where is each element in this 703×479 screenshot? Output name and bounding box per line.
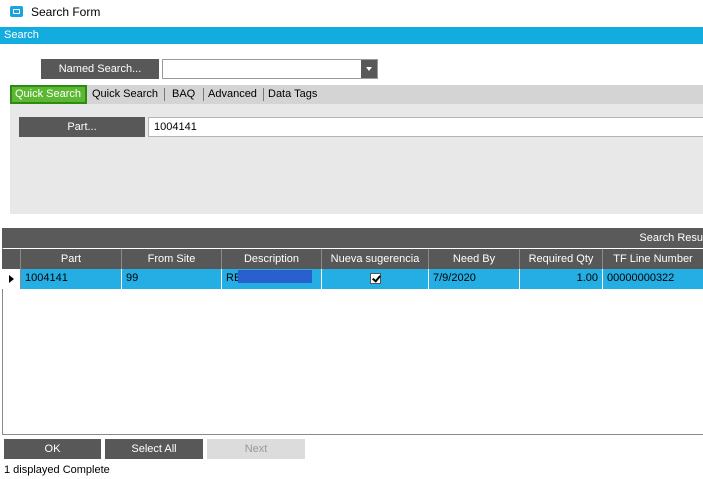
form-icon <box>10 6 23 17</box>
column-header-description[interactable]: Description <box>222 249 322 269</box>
select-all-button[interactable]: Select All <box>105 439 203 459</box>
results-caption-bar: Search Resu <box>2 228 703 248</box>
cell-description[interactable]: RE <box>222 269 322 289</box>
column-header-nueva-sugerencia[interactable]: Nueva sugerencia <box>322 249 429 269</box>
search-section-header: Search <box>0 27 703 44</box>
named-search-button[interactable]: Named Search... <box>41 59 159 79</box>
title-bar <box>0 0 703 26</box>
column-header-need-by[interactable]: Need By <box>429 249 520 269</box>
cell-required-qty[interactable]: 1.00 <box>520 269 603 289</box>
named-search-dropdown[interactable] <box>162 59 378 79</box>
tab-quick-search-active[interactable]: Quick Search <box>10 85 87 104</box>
redaction-block <box>238 270 312 283</box>
cell-need-by[interactable]: 7/9/2020 <box>429 269 520 289</box>
results-caption: Search Resu <box>639 232 703 244</box>
tab-advanced[interactable]: Advanced <box>208 85 257 104</box>
window-title: Search Form <box>31 5 101 19</box>
search-tabs: Quick Search Quick Search BAQ Advanced D… <box>10 85 703 104</box>
tab-data-tags[interactable]: Data Tags <box>268 85 317 104</box>
part-button[interactable]: Part... <box>19 117 145 137</box>
results-header-row: Part From Site Description Nueva sugeren… <box>2 249 703 269</box>
tab-separator <box>203 88 204 101</box>
ok-button[interactable]: OK <box>4 439 101 459</box>
column-header-part[interactable]: Part <box>21 249 122 269</box>
tab-quick-search[interactable]: Quick Search <box>92 85 158 104</box>
part-input[interactable]: 1004141 <box>148 117 703 137</box>
tab-separator <box>263 88 264 101</box>
cell-from-site[interactable]: 99 <box>122 269 222 289</box>
checkbox-nueva-sugerencia[interactable] <box>370 273 381 284</box>
column-header-from-site[interactable]: From Site <box>122 249 222 269</box>
tab-baq[interactable]: BAQ <box>172 85 195 104</box>
search-header-label: Search <box>4 29 39 41</box>
cell-tf-line-number[interactable]: 00000000322 <box>603 269 703 289</box>
column-header-tf-line-number[interactable]: TF Line Number <box>603 249 703 269</box>
next-button[interactable]: Next <box>207 439 305 459</box>
status-text: 1 displayed Complete <box>4 464 110 476</box>
cell-nueva-sugerencia[interactable] <box>322 269 429 289</box>
cell-part[interactable]: 1004141 <box>21 269 122 289</box>
tab-separator <box>164 88 165 101</box>
column-header-required-qty[interactable]: Required Qty <box>520 249 603 269</box>
row-selector-header <box>2 249 21 269</box>
table-row[interactable]: 1004141 99 RE 7/9/2020 1.00 00000000322 <box>2 269 703 289</box>
chevron-down-icon[interactable] <box>361 60 377 78</box>
row-pointer-icon[interactable] <box>2 269 21 289</box>
